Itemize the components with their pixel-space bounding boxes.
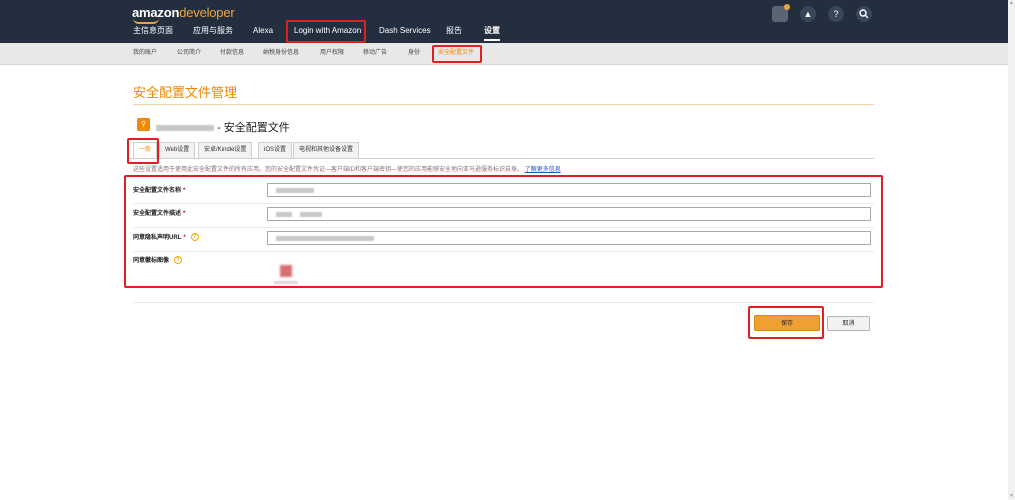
cancel-button[interactable]: 取消 [827, 316, 870, 331]
help-icon[interactable]: ? [828, 6, 844, 22]
search-icon[interactable] [856, 6, 872, 22]
notification-dot [784, 4, 790, 10]
nav-item-settings[interactable]: 设置 [484, 21, 500, 41]
nav-item-reports[interactable]: 报告 [446, 21, 462, 41]
bell-icon[interactable]: ▲ [800, 6, 816, 22]
settings-subnav: 我的账户 公司简介 付款信息 纳税身份信息 用户权限 移动广告 身份 安全配置文… [0, 43, 1008, 65]
tab-tv-other-device-settings[interactable]: 电视和其他设备设置 [293, 142, 360, 158]
scroll-up-icon[interactable]: ▲ [1008, 0, 1015, 7]
subnav-item-tax-identity[interactable]: 纳税身份信息 [263, 43, 299, 64]
subnav-item-mobile-ads[interactable]: 移动广告 [363, 43, 387, 64]
nav-item-home[interactable]: 主信息页面 [133, 21, 173, 41]
redacted-profile-name [156, 125, 214, 132]
subnav-item-user-permissions[interactable]: 用户权限 [320, 43, 344, 64]
profile-heading: - 安全配置文件 [156, 119, 290, 135]
title-divider [133, 104, 874, 105]
subnav-item-company-profile[interactable]: 公司简介 [177, 43, 201, 64]
key-icon: ⚲ [137, 118, 150, 131]
highlight-box-save [748, 306, 824, 339]
avatar-icon[interactable] [772, 4, 790, 22]
profile-heading-suffix: - 安全配置文件 [217, 122, 290, 134]
vertical-scrollbar[interactable]: ▲ ▼ [1008, 0, 1015, 500]
highlight-box-form [124, 175, 883, 288]
nav-item-dash-services[interactable]: Dash Services [379, 21, 431, 41]
highlight-box-general-tab [127, 138, 159, 164]
tab-android-kindle-settings[interactable]: 安卓/Kindle设置 [198, 142, 253, 158]
tab-ios-settings[interactable]: iOS设置 [258, 142, 293, 158]
top-navigation-bar: amazondeveloper 主信息页面 应用与服务 Alexa Login … [0, 0, 1008, 43]
tabs-divider [128, 158, 874, 159]
nav-item-apps-services[interactable]: 应用与服务 [193, 21, 233, 41]
subnav-item-my-account[interactable]: 我的账户 [133, 43, 157, 64]
highlight-box-login-with-amazon [286, 20, 366, 43]
page-title: 安全配置文件管理 [133, 85, 238, 100]
scroll-down-icon[interactable]: ▼ [1008, 493, 1015, 500]
logo-suffix: developer [179, 5, 235, 20]
description-text: 这些设置适用于使用此安全配置文件的所有应用。您的安全配置文件凭证—客户端ID和客… [133, 167, 524, 173]
highlight-box-security-profiles [432, 45, 482, 63]
tab-web-settings[interactable]: Web设置 [159, 142, 196, 158]
nav-item-alexa[interactable]: Alexa [253, 21, 273, 41]
learn-more-link[interactable]: 了解更多信息 [525, 167, 561, 173]
subnav-item-payment-info[interactable]: 付款信息 [220, 43, 244, 64]
tab-description: 这些设置适用于使用此安全配置文件的所有应用。您的安全配置文件凭证—客户端ID和客… [133, 164, 561, 173]
subnav-item-identity[interactable]: 身份 [408, 43, 420, 64]
form-bottom-divider [133, 302, 874, 303]
